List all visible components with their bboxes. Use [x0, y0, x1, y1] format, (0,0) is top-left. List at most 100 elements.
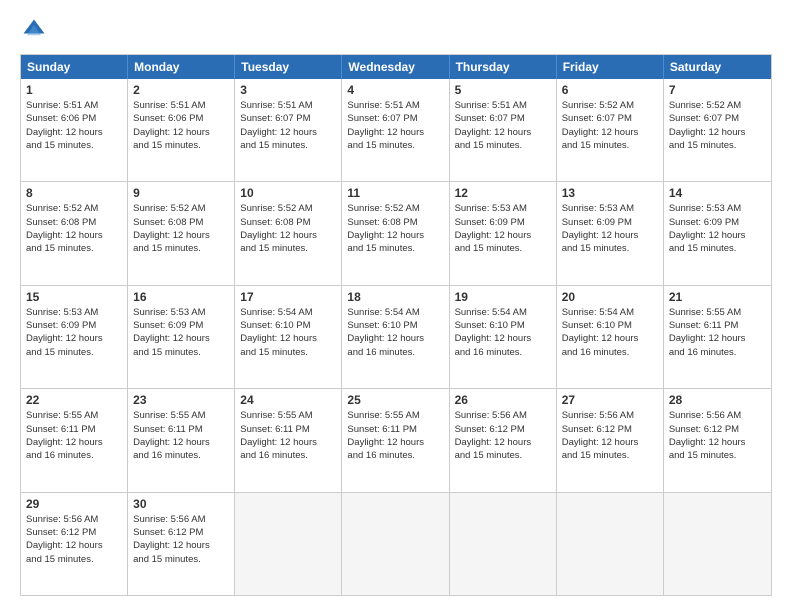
day-cell-20: 20Sunrise: 5:54 AMSunset: 6:10 PMDayligh… [557, 286, 664, 388]
cell-line: Daylight: 12 hours [562, 229, 658, 242]
cell-line: Daylight: 12 hours [133, 332, 229, 345]
cell-line: Sunset: 6:12 PM [562, 423, 658, 436]
cell-line: Daylight: 12 hours [240, 229, 336, 242]
day-cell-19: 19 Sunrise: 5:54 AMSunset: 6:10 PMDayligh… [450, 286, 557, 388]
day-cell-9: 9Sunrise: 5:52 AMSunset: 6:08 PMDaylight… [128, 182, 235, 284]
day-number: 26 [455, 393, 551, 407]
cell-line: Daylight: 12 hours [669, 229, 766, 242]
cell-line: Sunrise: 5:55 AM [133, 409, 229, 422]
day-number: 6 [562, 83, 658, 97]
cell-line: Sunset: 6:10 PM [455, 319, 551, 332]
calendar-week-4: 22Sunrise: 5:55 AMSunset: 6:11 PMDayligh… [21, 389, 771, 492]
day-cell-24: 24Sunrise: 5:55 AMSunset: 6:11 PMDayligh… [235, 389, 342, 491]
cell-line: and 16 minutes. [347, 346, 443, 359]
cell-line: Sunset: 6:07 PM [669, 112, 766, 125]
day-number: 14 [669, 186, 766, 200]
cell-line: Sunrise: 5:56 AM [669, 409, 766, 422]
cell-line: Sunset: 6:11 PM [26, 423, 122, 436]
page: SundayMondayTuesdayWednesdayThursdayFrid… [0, 0, 792, 612]
calendar-week-1: 1Sunrise: 5:51 AMSunset: 6:06 PMDaylight… [21, 79, 771, 182]
cell-line: and 15 minutes. [347, 139, 443, 152]
day-cell-22: 22Sunrise: 5:55 AMSunset: 6:11 PMDayligh… [21, 389, 128, 491]
cell-line: Sunrise: 5:56 AM [455, 409, 551, 422]
cell-line: and 15 minutes. [26, 553, 122, 566]
cell-line: Sunset: 6:09 PM [455, 216, 551, 229]
day-number: 7 [669, 83, 766, 97]
cell-line: Daylight: 12 hours [455, 332, 551, 345]
day-cell-30: 30Sunrise: 5:56 AMSunset: 6:12 PMDayligh… [128, 493, 235, 595]
day-number: 3 [240, 83, 336, 97]
cell-line: Sunrise: 5:54 AM [455, 306, 551, 319]
day-number: 19 [455, 290, 551, 304]
day-cell-29: 29Sunrise: 5:56 AMSunset: 6:12 PMDayligh… [21, 493, 128, 595]
cell-line: Daylight: 12 hours [562, 126, 658, 139]
cell-line: Daylight: 12 hours [26, 539, 122, 552]
day-cell-23: 23Sunrise: 5:55 AMSunset: 6:11 PMDayligh… [128, 389, 235, 491]
cell-line: and 15 minutes. [240, 346, 336, 359]
cell-line: Sunset: 6:06 PM [26, 112, 122, 125]
cell-line: Sunset: 6:10 PM [240, 319, 336, 332]
cell-line: Sunrise: 5:54 AM [562, 306, 658, 319]
cell-line: Sunset: 6:11 PM [133, 423, 229, 436]
calendar-week-3: 15Sunrise: 5:53 AMSunset: 6:09 PMDayligh… [21, 286, 771, 389]
day-number: 16 [133, 290, 229, 304]
cell-line: Daylight: 12 hours [240, 332, 336, 345]
header-day-friday: Friday [557, 55, 664, 79]
cell-line: Daylight: 12 hours [133, 229, 229, 242]
day-number: 17 [240, 290, 336, 304]
cell-line: Sunset: 6:08 PM [133, 216, 229, 229]
cell-line: Daylight: 12 hours [347, 229, 443, 242]
cell-line: Sunset: 6:08 PM [240, 216, 336, 229]
cell-line: and 16 minutes. [26, 449, 122, 462]
day-number: 22 [26, 393, 122, 407]
cell-line: Daylight: 12 hours [26, 229, 122, 242]
cell-line: Sunset: 6:09 PM [669, 216, 766, 229]
cell-line: Sunset: 6:07 PM [347, 112, 443, 125]
empty-cell [235, 493, 342, 595]
day-cell-28: 28Sunrise: 5:56 AMSunset: 6:12 PMDayligh… [664, 389, 771, 491]
cell-line: and 15 minutes. [562, 139, 658, 152]
cell-line: and 15 minutes. [26, 242, 122, 255]
header-day-wednesday: Wednesday [342, 55, 449, 79]
header-day-sunday: Sunday [21, 55, 128, 79]
cell-line: Sunset: 6:12 PM [26, 526, 122, 539]
day-number: 20 [562, 290, 658, 304]
cell-line: Sunset: 6:08 PM [26, 216, 122, 229]
day-cell-18: 18Sunrise: 5:54 AMSunset: 6:10 PMDayligh… [342, 286, 449, 388]
day-cell-12: 12Sunrise: 5:53 AMSunset: 6:09 PMDayligh… [450, 182, 557, 284]
cell-line: Sunset: 6:11 PM [669, 319, 766, 332]
day-cell-2: 2Sunrise: 5:51 AMSunset: 6:06 PMDaylight… [128, 79, 235, 181]
cell-line: Sunset: 6:12 PM [455, 423, 551, 436]
cell-line: Sunrise: 5:56 AM [562, 409, 658, 422]
cell-line: Sunrise: 5:54 AM [347, 306, 443, 319]
day-cell-6: 6Sunrise: 5:52 AMSunset: 6:07 PMDaylight… [557, 79, 664, 181]
day-number: 27 [562, 393, 658, 407]
cell-line: Daylight: 12 hours [455, 436, 551, 449]
day-number: 4 [347, 83, 443, 97]
day-number: 5 [455, 83, 551, 97]
cell-line: and 15 minutes. [347, 242, 443, 255]
calendar-header: SundayMondayTuesdayWednesdayThursdayFrid… [21, 55, 771, 79]
cell-line: Sunrise: 5:52 AM [347, 202, 443, 215]
cell-line: Sunrise: 5:55 AM [26, 409, 122, 422]
day-cell-15: 15Sunrise: 5:53 AMSunset: 6:09 PMDayligh… [21, 286, 128, 388]
cell-line: Sunrise: 5:53 AM [455, 202, 551, 215]
cell-line: Sunrise: 5:52 AM [669, 99, 766, 112]
day-number: 10 [240, 186, 336, 200]
cell-line: Sunset: 6:09 PM [133, 319, 229, 332]
cell-line: Sunrise: 5:54 AM [240, 306, 336, 319]
cell-line: Daylight: 12 hours [347, 436, 443, 449]
cell-line: Sunrise: 5:52 AM [562, 99, 658, 112]
cell-line: Daylight: 12 hours [240, 126, 336, 139]
cell-line: Sunset: 6:09 PM [562, 216, 658, 229]
day-cell-1: 1Sunrise: 5:51 AMSunset: 6:06 PMDaylight… [21, 79, 128, 181]
cell-line: and 15 minutes. [669, 242, 766, 255]
cell-line: and 15 minutes. [669, 449, 766, 462]
day-cell-10: 10Sunrise: 5:52 AMSunset: 6:08 PMDayligh… [235, 182, 342, 284]
day-number: 11 [347, 186, 443, 200]
cell-line: Sunrise: 5:52 AM [26, 202, 122, 215]
cell-line: Sunrise: 5:53 AM [133, 306, 229, 319]
header [20, 16, 772, 44]
cell-line: Daylight: 12 hours [455, 229, 551, 242]
day-cell-17: 17 Sunrise: 5:54 AMSunset: 6:10 PMDayligh… [235, 286, 342, 388]
